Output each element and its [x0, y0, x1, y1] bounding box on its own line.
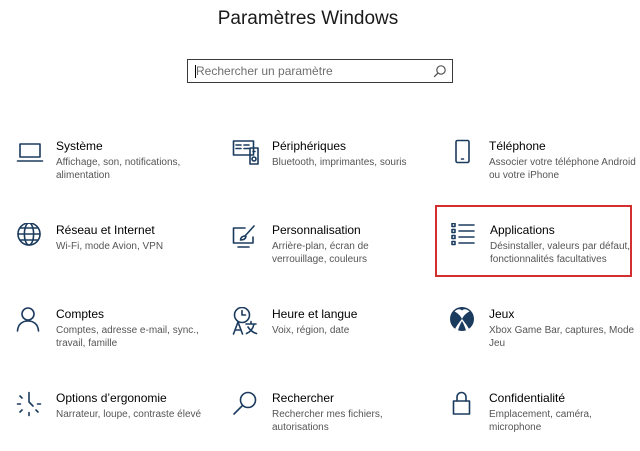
- ease-of-access-icon: [16, 391, 42, 417]
- laptop-icon: [16, 143, 44, 162]
- tile-peripheriques[interactable]: Périphériques Bluetooth, imprimantes, so…: [232, 139, 422, 199]
- tile-telephone[interactable]: Téléphone Associer votre téléphone Andro…: [449, 139, 639, 199]
- tile-jeux[interactable]: Jeux Xbox Game Bar, captures, Mode Jeu: [449, 307, 639, 367]
- tile-desc: Affichage, son, notifications, alimentat…: [56, 157, 181, 181]
- tile-comptes[interactable]: Comptes Comptes, adresse e-mail, sync., …: [16, 307, 206, 367]
- time-language-icon: [232, 307, 258, 335]
- tile-desc: Emplacement, caméra, microphone: [489, 409, 592, 433]
- tile-reseau[interactable]: Réseau et Internet Wi-Fi, mode Avion, VP…: [16, 223, 206, 283]
- tile-title: Confidentialité: [489, 391, 566, 405]
- lock-icon: [452, 391, 471, 415]
- tile-desc: Wi-Fi, mode Avion, VPN: [56, 241, 164, 252]
- person-icon: [16, 307, 40, 332]
- tile-desc: Xbox Game Bar, captures, Mode Jeu: [489, 325, 635, 349]
- tile-title: Jeux: [489, 307, 515, 321]
- brush-icon: [232, 225, 255, 248]
- search-icon[interactable]: [433, 64, 447, 78]
- tile-title: Périphériques: [272, 139, 347, 153]
- tile-ergonomie[interactable]: Options d’ergonomie Narrateur, loupe, co…: [16, 391, 206, 451]
- tile-desc: Bluetooth, imprimantes, souris: [272, 157, 407, 168]
- tile-title: Comptes: [56, 307, 105, 321]
- tile-title: Système: [56, 139, 103, 153]
- text-caret: [195, 65, 196, 78]
- tile-desc: Voix, région, date: [272, 325, 350, 336]
- tile-title: Rechercher: [272, 391, 335, 405]
- tile-title: Réseau et Internet: [56, 223, 155, 237]
- page-title: Paramètres Windows: [217, 8, 399, 29]
- tile-heure[interactable]: Heure et langue Voix, région, date: [232, 307, 422, 367]
- devices-icon: [232, 140, 259, 165]
- search-input[interactable]: [196, 60, 426, 82]
- xbox-icon: [450, 307, 474, 331]
- apps-list-icon: [451, 223, 475, 246]
- phone-icon: [455, 139, 470, 164]
- tile-title: Options d’ergonomie: [56, 391, 167, 405]
- tile-title: Applications: [490, 223, 555, 237]
- tile-desc: Désinstaller, valeurs par défaut, foncti…: [490, 241, 631, 265]
- tile-title: Téléphone: [489, 139, 546, 153]
- globe-icon: [17, 223, 41, 246]
- tile-title: Heure et langue: [272, 307, 358, 321]
- tile-desc: Arrière-plan, écran de verrouillage, cou…: [272, 241, 369, 265]
- tile-confidentialite[interactable]: Confidentialité Emplacement, caméra, mic…: [449, 391, 639, 451]
- tile-desc: Associer votre téléphone Android ou votr…: [489, 157, 636, 181]
- tile-desc: Comptes, adresse e-mail, sync., travail,…: [56, 325, 199, 349]
- tile-title: Personnalisation: [272, 223, 361, 237]
- search-box[interactable]: [187, 59, 453, 83]
- tile-desc: Rechercher mes fichiers, autorisations: [272, 409, 383, 433]
- tile-rechercher[interactable]: Rechercher Rechercher mes fichiers, auto…: [232, 391, 422, 451]
- tile-applications[interactable]: Applications Désinstaller, valeurs par d…: [450, 223, 640, 283]
- tile-personnalisation[interactable]: Personnalisation Arrière-plan, écran de …: [232, 223, 422, 283]
- tile-desc: Narrateur, loupe, contraste élevé: [56, 409, 202, 420]
- magnifier-icon: [233, 391, 257, 415]
- tile-systeme[interactable]: Système Affichage, son, notifications, a…: [16, 139, 206, 199]
